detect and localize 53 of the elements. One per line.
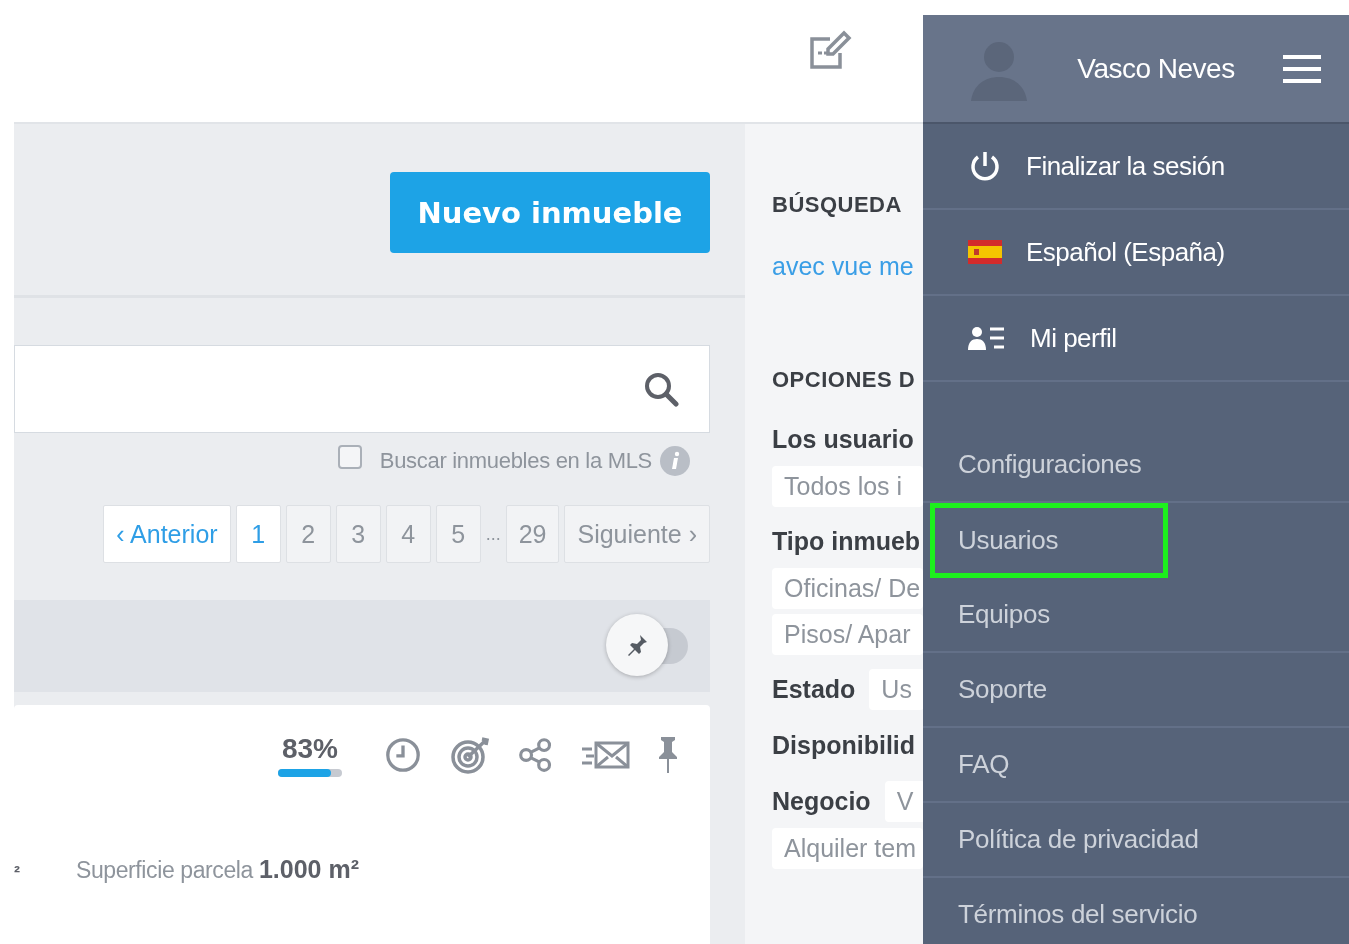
clock-icon[interactable] — [384, 736, 422, 774]
power-icon — [968, 149, 1002, 183]
mls-checkbox-label: Buscar inmuebles en la MLS — [379, 448, 652, 474]
menu-link[interactable]: Soporte — [923, 653, 1349, 728]
filter-label: Negocio — [772, 786, 871, 816]
filter-value[interactable]: Us — [869, 668, 923, 710]
area-unit-text: ² — [14, 862, 21, 883]
pin-toggle[interactable] — [606, 614, 688, 678]
search-icon[interactable] — [643, 371, 679, 407]
filter-label: Los usuario — [772, 424, 914, 454]
previous-page-link[interactable]: ‹ Anterior — [103, 505, 231, 563]
search-field[interactable] — [14, 345, 710, 433]
menu-link[interactable]: Usuarios — [930, 503, 1168, 578]
menu-icon[interactable] — [1283, 53, 1321, 84]
filter-value[interactable]: Alquiler tem — [772, 828, 923, 869]
menu-action[interactable]: Mi perfil — [923, 296, 1349, 382]
info-icon[interactable] — [660, 446, 690, 476]
menu-action[interactable]: Finalizar la sesión — [923, 124, 1349, 210]
menu-link[interactable]: FAQ — [923, 728, 1349, 803]
share-icon[interactable] — [518, 737, 554, 773]
target-icon[interactable] — [448, 735, 492, 775]
pagination-ellipsis: ... — [485, 523, 501, 545]
menu-action[interactable]: Español (España) — [923, 210, 1349, 296]
page-link[interactable]: 2 — [285, 505, 331, 563]
profile-card-icon — [968, 326, 1006, 350]
plot-area-text: Superficie parcela 1.000 m² — [76, 855, 359, 884]
flag-icon — [968, 240, 1002, 264]
pin-icon[interactable] — [656, 735, 680, 775]
filter-label: Estado — [772, 674, 856, 704]
next-page-link[interactable]: Siguiente › — [564, 505, 710, 563]
page-link[interactable]: 3 — [335, 505, 381, 563]
new-property-button[interactable]: Nuevo inmueble — [390, 172, 710, 253]
menu-link[interactable]: Configuraciones — [923, 428, 1349, 503]
page-link[interactable]: 1 — [235, 505, 281, 563]
filter-value[interactable]: Todos los i — [772, 466, 923, 507]
filter-value[interactable]: Pisos/ Apar — [772, 614, 923, 655]
filter-label: Tipo inmueb — [772, 526, 921, 556]
filter-value[interactable]: V — [884, 780, 923, 822]
filter-label: Disponibilid — [772, 730, 916, 760]
page-link[interactable]: 4 — [385, 505, 431, 563]
mls-checkbox[interactable] — [337, 445, 362, 469]
user-name: Vasco Neves — [1076, 52, 1236, 85]
options-heading: OPCIONES D — [772, 367, 917, 393]
saved-searches-heading: BÚSQUEDA — [772, 192, 903, 218]
filter-value[interactable]: Oficinas/ De — [772, 568, 923, 609]
menu-link[interactable]: Política de privacidad — [923, 803, 1349, 878]
menu-link[interactable]: Equipos — [923, 578, 1349, 653]
page-link[interactable]: 29 — [505, 505, 560, 563]
saved-search-link[interactable]: avec vue me — [772, 252, 923, 281]
page-link[interactable]: 5 — [435, 505, 481, 563]
menu-link[interactable]: Términos del servicio — [923, 878, 1349, 944]
completeness-percentage: 83% — [281, 733, 338, 765]
send-mail-icon[interactable] — [580, 739, 630, 771]
